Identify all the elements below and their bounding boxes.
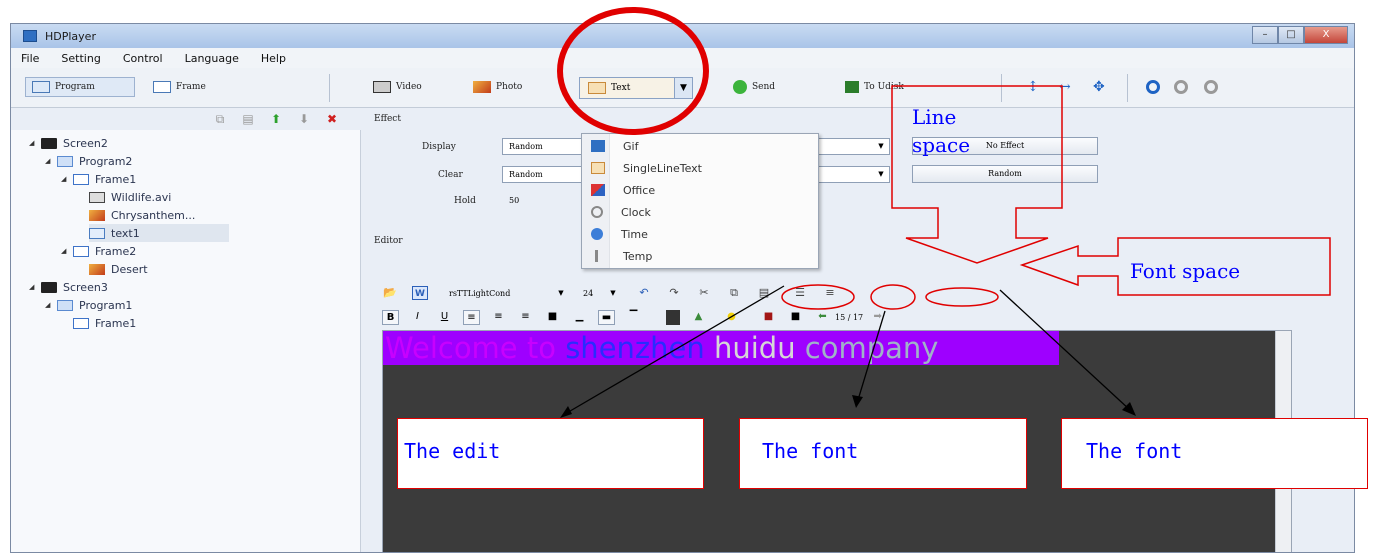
font-pointer-line bbox=[857, 310, 886, 401]
highlight-circle bbox=[557, 7, 709, 135]
font-annotation-2: The font bbox=[1086, 439, 1183, 463]
line-space-annotation: Line space bbox=[912, 105, 971, 157]
edit-annotation-box: The edit bbox=[397, 418, 704, 489]
edit-pointer-line bbox=[564, 285, 785, 415]
arrow-head bbox=[560, 406, 572, 418]
screenshot-stage: HDPlayer – □ X File Setting Control Lang… bbox=[0, 0, 1374, 553]
edit-color-marker bbox=[781, 284, 855, 310]
font-pointer-line-2 bbox=[999, 289, 1131, 411]
arrow-head bbox=[852, 395, 863, 408]
font-color-marker bbox=[870, 284, 916, 310]
font-background-marker bbox=[925, 287, 999, 307]
font-annotation-box: The font bbox=[739, 418, 1027, 489]
edit-annotation: The edit bbox=[404, 439, 501, 463]
font-annotation: The font bbox=[762, 439, 859, 463]
font-space-annotation: Font space bbox=[1130, 259, 1241, 283]
font-annotation-box-2: The font bbox=[1061, 418, 1368, 489]
